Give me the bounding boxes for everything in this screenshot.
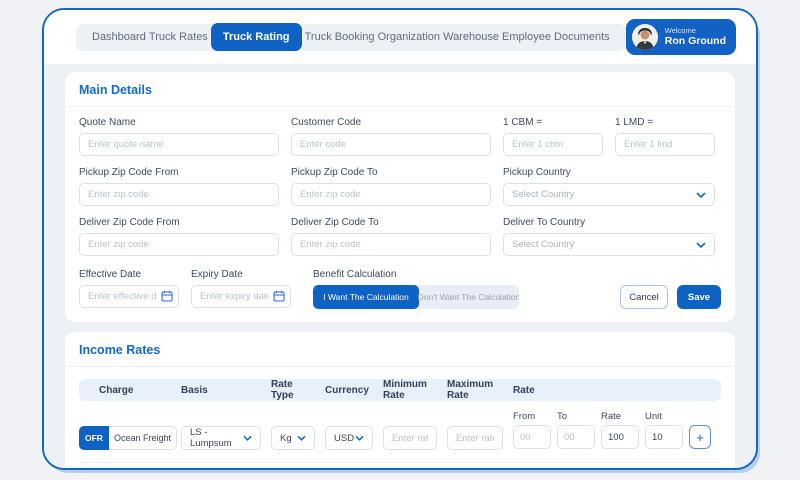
tier-to-input[interactable] bbox=[557, 425, 595, 449]
tab-dashboard[interactable]: Dashboard bbox=[92, 31, 146, 43]
tier-from-input[interactable] bbox=[513, 425, 551, 449]
calendar-icon[interactable] bbox=[273, 290, 285, 302]
col-basis: Basis bbox=[181, 384, 208, 396]
currency-select[interactable]: USD bbox=[325, 426, 373, 450]
pickup-zip-from-label: Pickup Zip Code From bbox=[79, 167, 179, 178]
form-row-2: Pickup Zip Code From Pickup Zip Code To … bbox=[79, 167, 721, 206]
benefit-calculation-label: Benefit Calculation bbox=[313, 269, 397, 280]
save-button[interactable]: Save bbox=[677, 285, 721, 309]
table-row: OFR Ocean Freight LS - Lumpsum Kg USD En… bbox=[79, 407, 721, 463]
income-rates-card: Income Rates Charge Basis Rate Type Curr… bbox=[65, 332, 735, 468]
col-maximum-rate: Maximum Rate bbox=[447, 379, 494, 401]
form-row-4: Effective Date Expiry Date bbox=[79, 269, 721, 309]
deliver-country-label: Deliver To Country bbox=[503, 217, 586, 228]
chevron-down-icon bbox=[355, 435, 364, 441]
pickup-country-label: Pickup Country bbox=[503, 167, 571, 178]
add-tier-button[interactable]: + bbox=[689, 425, 711, 449]
deliver-zip-from-label: Deliver Zip Code From bbox=[79, 217, 180, 228]
tier-unit-input[interactable] bbox=[645, 425, 683, 449]
chevron-down-icon bbox=[243, 435, 252, 441]
pickup-zip-to-label: Pickup Zip Code To bbox=[291, 167, 378, 178]
col-charge: Charge bbox=[99, 384, 134, 396]
form-actions: Cancel Save bbox=[620, 285, 721, 309]
main-details-card: Main Details Quote Name Customer Code 1 … bbox=[65, 72, 735, 322]
top-bar: Dashboard Truck Rates Truck Rating Truck… bbox=[44, 10, 756, 63]
user-name: Ron Ground bbox=[664, 35, 726, 48]
tier-labels: From To Rate Unit bbox=[513, 467, 721, 468]
maximum-rate-input[interactable] bbox=[447, 426, 503, 450]
tab-warehouse[interactable]: Warehouse bbox=[443, 31, 499, 43]
cbm-label: 1 CBM = bbox=[503, 117, 543, 128]
benefit-yes-option[interactable]: I Want The Calculation bbox=[313, 285, 419, 309]
minimum-rate-input[interactable] bbox=[383, 426, 437, 450]
deliver-country-select[interactable]: Select Country bbox=[503, 233, 715, 256]
user-profile-chip[interactable]: Welcome Ron Ground bbox=[625, 19, 736, 55]
main-details-title: Main Details bbox=[65, 72, 735, 107]
deliver-zip-to-input[interactable] bbox=[291, 233, 491, 256]
deliver-zip-from-input[interactable] bbox=[79, 233, 279, 256]
basis-select[interactable]: LS - Lumpsum bbox=[181, 426, 261, 450]
col-minimum-rate: Minimum Rate bbox=[383, 379, 427, 401]
cancel-button[interactable]: Cancel bbox=[620, 285, 668, 309]
col-rate: Rate bbox=[513, 384, 535, 396]
form-row-3: Deliver Zip Code From Deliver Zip Code T… bbox=[79, 217, 721, 256]
pickup-zip-to-input[interactable] bbox=[291, 183, 491, 206]
page-body: Main Details Quote Name Customer Code 1 … bbox=[44, 64, 756, 468]
rate-type-select[interactable]: Kg bbox=[271, 426, 315, 450]
lmd-input[interactable] bbox=[615, 133, 715, 156]
calendar-icon[interactable] bbox=[161, 290, 173, 302]
chevron-down-icon bbox=[696, 191, 706, 198]
benefit-no-option[interactable]: Don't Want The Calculation bbox=[418, 285, 519, 309]
main-nav: Dashboard Truck Rates Truck Rating Truck… bbox=[76, 23, 626, 51]
benefit-calculation-toggle: I Want The Calculation Don't Want The Ca… bbox=[313, 285, 519, 309]
main-details-body: Quote Name Customer Code 1 CBM = 1 LMD = bbox=[65, 107, 735, 322]
chevron-down-icon bbox=[297, 435, 306, 441]
tier-rate-input[interactable] bbox=[601, 425, 639, 449]
tab-documents[interactable]: Documents bbox=[554, 31, 610, 43]
user-text: Welcome Ron Ground bbox=[664, 25, 726, 48]
rate-tiers: From To Rate Unit + bbox=[513, 411, 721, 449]
chevron-down-icon bbox=[696, 241, 706, 248]
expiry-date-label: Expiry Date bbox=[191, 269, 243, 280]
deliver-zip-to-label: Deliver Zip Code To bbox=[291, 217, 379, 228]
customer-code-label: Customer Code bbox=[291, 117, 362, 128]
charge-cell: OFR Ocean Freight bbox=[79, 426, 177, 450]
charge-name: Ocean Freight bbox=[108, 426, 177, 450]
pickup-country-select[interactable]: Select Country bbox=[503, 183, 715, 206]
cbm-input[interactable] bbox=[503, 133, 603, 156]
effective-date-label: Effective Date bbox=[79, 269, 142, 280]
pickup-zip-from-input[interactable] bbox=[79, 183, 279, 206]
tab-truck-booking[interactable]: Truck Booking bbox=[305, 31, 375, 43]
quote-name-input[interactable] bbox=[79, 133, 279, 156]
tab-truck-rating[interactable]: Truck Rating bbox=[210, 23, 302, 51]
income-rates-title: Income Rates bbox=[65, 332, 735, 367]
tab-employee[interactable]: Employee bbox=[502, 31, 551, 43]
table-row: TRU Trucking K - Per Kg Cbm USD bbox=[79, 463, 721, 468]
col-currency: Currency bbox=[325, 384, 369, 396]
charge-code-badge: OFR bbox=[79, 426, 109, 450]
tier-row: + bbox=[513, 425, 721, 449]
tab-truck-rates[interactable]: Truck Rates bbox=[149, 31, 208, 43]
income-rates-header: Charge Basis Rate Type Currency Minimum … bbox=[79, 379, 721, 401]
lmd-label: 1 LMD = bbox=[615, 117, 654, 128]
rate-tiers: From To Rate Unit − bbox=[513, 467, 721, 468]
welcome-label: Welcome bbox=[664, 25, 696, 35]
avatar bbox=[631, 24, 658, 50]
tab-organization[interactable]: Organization bbox=[378, 31, 440, 43]
app-window: Dashboard Truck Rates Truck Rating Truck… bbox=[42, 8, 758, 470]
customer-code-input[interactable] bbox=[291, 133, 491, 156]
income-rates-body: Charge Basis Rate Type Currency Minimum … bbox=[65, 367, 735, 468]
quote-name-label: Quote Name bbox=[79, 117, 136, 128]
tier-labels: From To Rate Unit bbox=[513, 411, 662, 422]
col-rate-type: Rate Type bbox=[271, 379, 294, 401]
form-row-1: Quote Name Customer Code 1 CBM = 1 LMD = bbox=[79, 117, 721, 156]
